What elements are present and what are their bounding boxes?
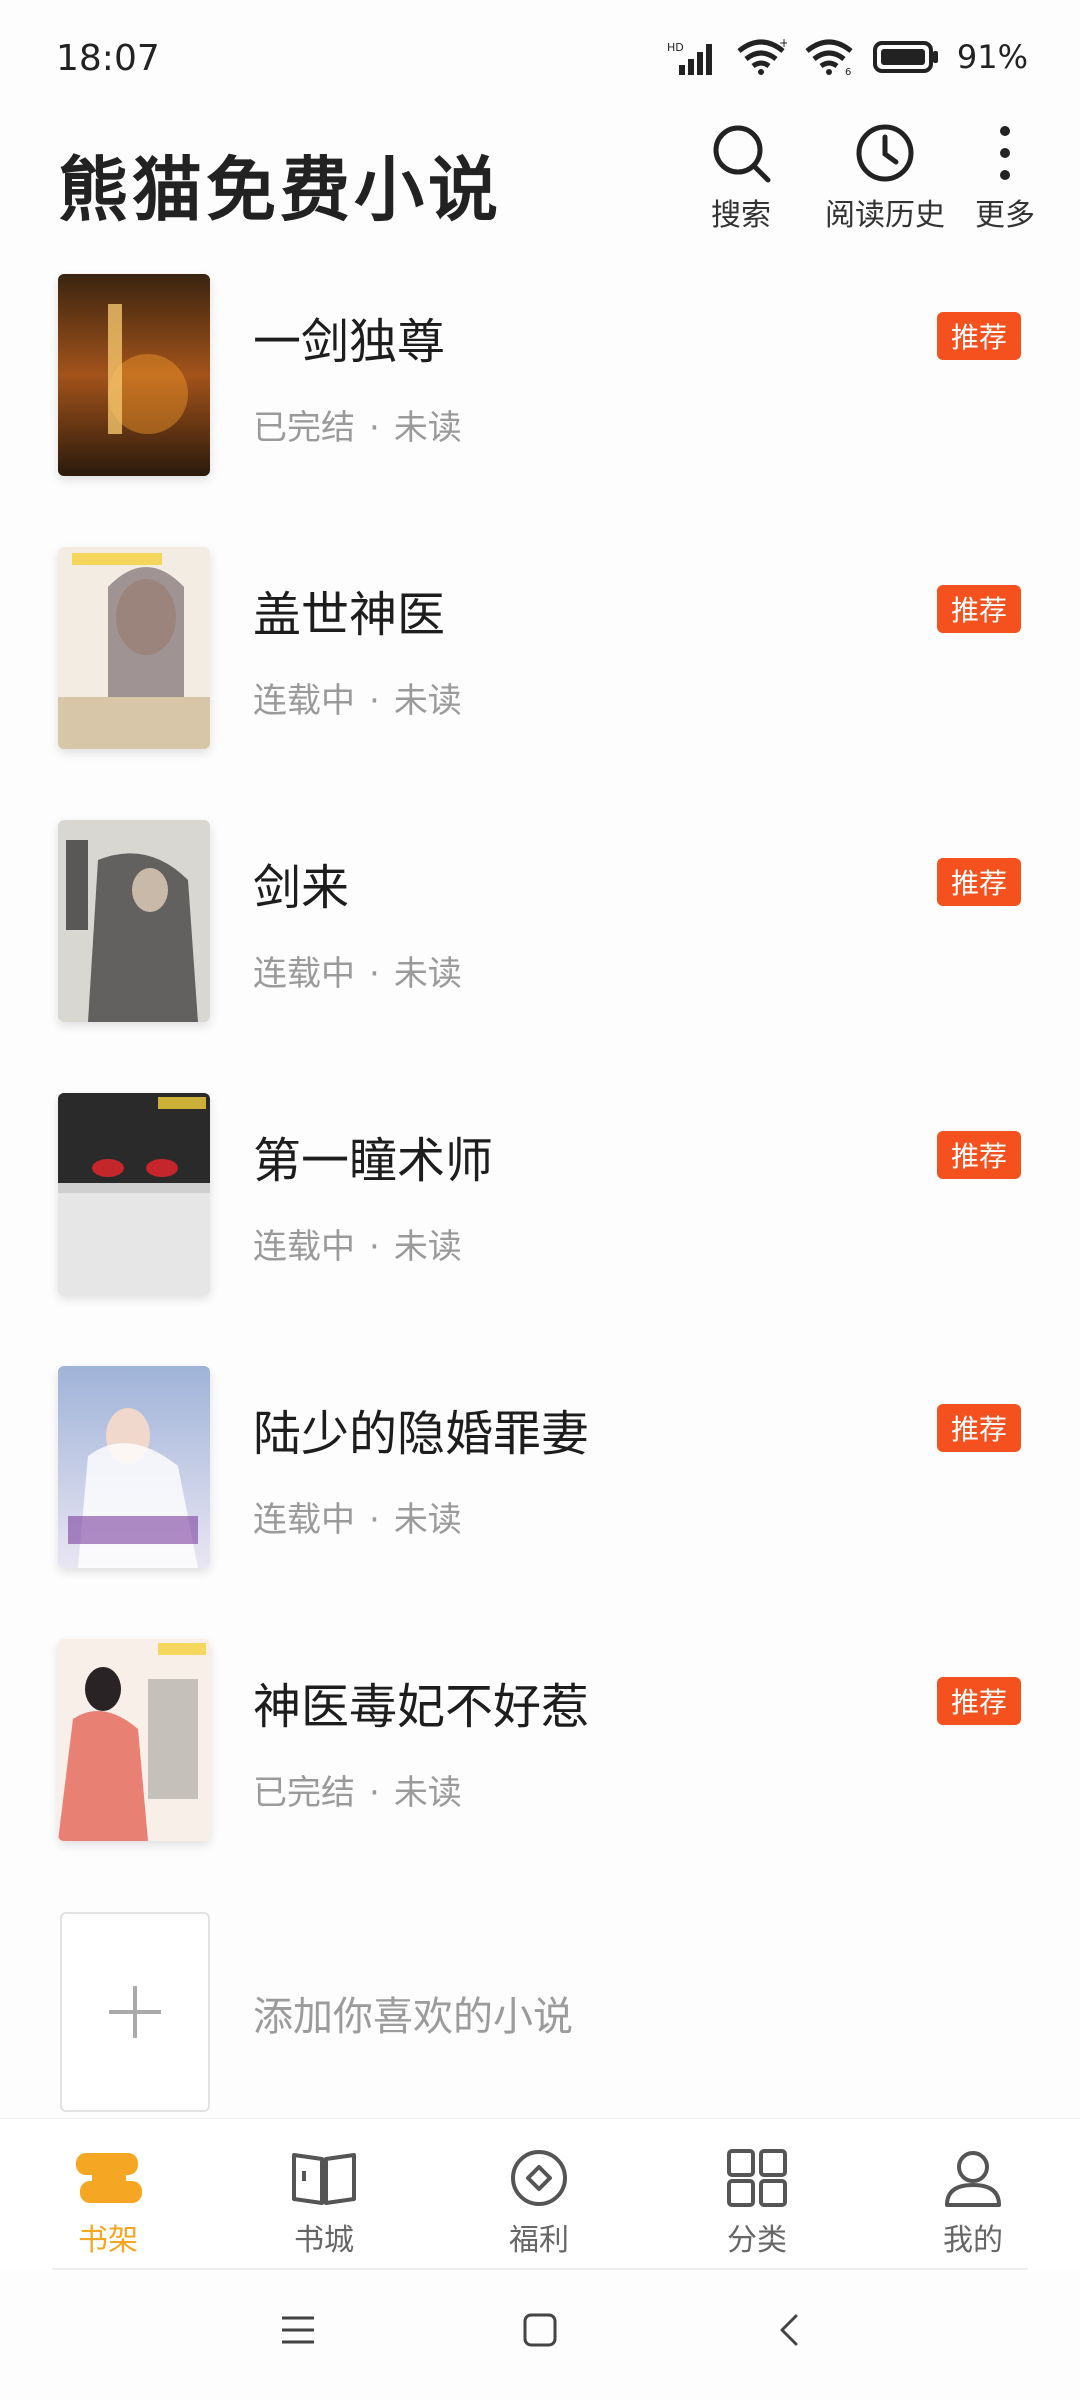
book-progress: 未读 [393, 954, 462, 994]
meta-separator: · [369, 681, 380, 721]
wifi-icon: + [737, 39, 787, 75]
book-cover[interactable] [58, 1366, 210, 1568]
add-book-button[interactable] [60, 1912, 210, 2112]
book-title: 神医毒妃不好惹 [253, 1679, 590, 1735]
open-book-icon [292, 2153, 356, 2205]
bookshelf-list: 一剑独尊 已完结 · 未读 推荐 盖世神医 连载中 · 未读 推荐 剑来 连载中… [0, 272, 1080, 1910]
signal-icon: HD [667, 41, 712, 75]
book-item[interactable]: 陆少的隐婚罪妻 连载中 · 未读 推荐 [0, 1364, 1080, 1637]
add-book-label: 添加你喜欢的小说 [253, 1994, 573, 2040]
book-progress: 未读 [393, 681, 462, 721]
book-status: 连载中 [253, 1500, 355, 1540]
nav-welfare[interactable]: 福利 [469, 2149, 609, 2259]
book-title: 盖世神医 [253, 587, 446, 643]
plus-icon [109, 1986, 161, 2038]
nav-bookstore[interactable]: 书城 [254, 2149, 394, 2259]
book-cover[interactable] [58, 547, 210, 749]
add-book-row[interactable]: 添加你喜欢的小说 [0, 1910, 1080, 2115]
recommend-badge: 推荐 [937, 1677, 1021, 1725]
divider [52, 2268, 1028, 2270]
nav-bookstore-label: 书城 [294, 2223, 354, 2258]
battery-percent: 91% [956, 38, 1028, 76]
reading-history-label: 阅读历史 [825, 198, 945, 233]
nav-bookshelf[interactable]: 书架 [38, 2149, 178, 2259]
status-time: 18:07 [56, 38, 160, 79]
recommend-badge: 推荐 [937, 858, 1021, 906]
book-meta: 连载中 · 未读 [253, 1492, 462, 1541]
book-item[interactable]: 神医毒妃不好惹 已完结 · 未读 推荐 [0, 1637, 1080, 1910]
home-icon[interactable] [522, 2312, 558, 2348]
book-item[interactable]: 一剑独尊 已完结 · 未读 推荐 [0, 272, 1080, 545]
more-button[interactable]: 更多 [930, 122, 1080, 234]
book-title: 剑来 [253, 860, 350, 916]
nav-profile-label: 我的 [943, 2223, 1003, 2258]
recommend-badge: 推荐 [937, 1131, 1021, 1179]
book-item[interactable]: 盖世神医 连载中 · 未读 推荐 [0, 545, 1080, 818]
book-title: 陆少的隐婚罪妻 [253, 1406, 590, 1462]
recommend-badge: 推荐 [937, 585, 1021, 633]
system-nav-bar [0, 2272, 1080, 2400]
book-status: 已完结 [253, 1773, 355, 1813]
person-icon [945, 2151, 1001, 2207]
book-meta: 已完结 · 未读 [253, 400, 462, 449]
book-cover[interactable] [58, 274, 210, 476]
battery-icon [872, 41, 938, 73]
coin-icon [511, 2150, 567, 2206]
recommend-badge: 推荐 [937, 312, 1021, 360]
status-indicators: HD + 6 91% [667, 38, 1028, 76]
book-progress: 未读 [393, 1773, 462, 1813]
book-meta: 连载中 · 未读 [253, 946, 462, 995]
nav-bookshelf-label: 书架 [78, 2223, 138, 2258]
search-icon [713, 125, 771, 183]
recommend-badge: 推荐 [937, 1404, 1021, 1452]
book-progress: 未读 [393, 1227, 462, 1267]
bookshelf-icon [76, 2153, 142, 2203]
book-title: 第一瞳术师 [253, 1133, 494, 1189]
clock-icon [856, 124, 914, 182]
wifi-6-icon: 6 [805, 39, 853, 75]
recent-apps-icon[interactable] [280, 2312, 316, 2348]
nav-profile[interactable]: 我的 [903, 2149, 1043, 2259]
nav-category[interactable]: 分类 [687, 2149, 827, 2259]
app-title: 熊猫免费小说 [58, 149, 502, 231]
nav-category-label: 分类 [727, 2223, 787, 2258]
svg-text:6: 6 [845, 67, 851, 75]
book-cover[interactable] [58, 1093, 210, 1295]
status-bar: 18:07 HD + 6 91% [0, 0, 1080, 120]
meta-separator: · [369, 408, 380, 448]
book-meta: 连载中 · 未读 [253, 673, 462, 722]
search-label: 搜索 [711, 198, 771, 233]
app-header: 熊猫免费小说 搜索 阅读历史 更多 [0, 120, 1080, 260]
book-item[interactable]: 剑来 连载中 · 未读 推荐 [0, 818, 1080, 1091]
meta-separator: · [369, 954, 380, 994]
book-cover[interactable] [58, 1639, 210, 1841]
nav-welfare-label: 福利 [509, 2223, 569, 2258]
book-progress: 未读 [393, 408, 462, 448]
more-label: 更多 [975, 198, 1035, 233]
book-cover[interactable] [58, 820, 210, 1022]
svg-text:+: + [779, 39, 787, 50]
book-status: 连载中 [253, 954, 355, 994]
book-meta: 连载中 · 未读 [253, 1219, 462, 1268]
grid-icon [727, 2149, 787, 2207]
book-status: 已完结 [253, 408, 355, 448]
search-button[interactable]: 搜索 [666, 122, 816, 234]
book-status: 连载中 [253, 1227, 355, 1267]
svg-text:HD: HD [667, 41, 684, 54]
book-status: 连载中 [253, 681, 355, 721]
meta-separator: · [369, 1500, 380, 1540]
more-vertical-icon [1000, 126, 1010, 180]
book-item[interactable]: 第一瞳术师 连载中 · 未读 推荐 [0, 1091, 1080, 1364]
book-title: 一剑独尊 [253, 314, 446, 370]
meta-separator: · [369, 1773, 380, 1813]
back-icon[interactable] [772, 2312, 808, 2348]
meta-separator: · [369, 1227, 380, 1267]
bottom-nav: 书架 书城 福利 分类 我的 [0, 2118, 1080, 2270]
book-progress: 未读 [393, 1500, 462, 1540]
book-meta: 已完结 · 未读 [253, 1765, 462, 1814]
